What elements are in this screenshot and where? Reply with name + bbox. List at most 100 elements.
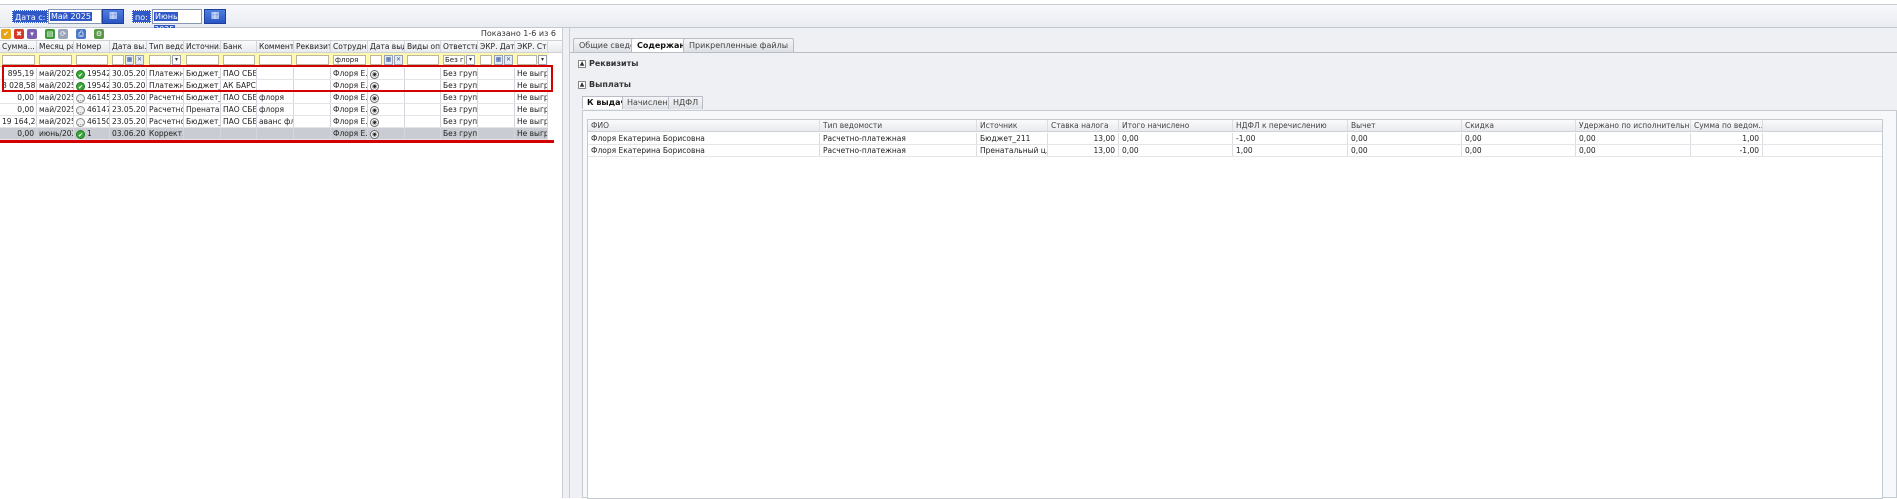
col-month[interactable]: Месяц ра... bbox=[37, 41, 74, 52]
cell-source: Пренатал... bbox=[186, 104, 221, 115]
section-payments[interactable]: ▲ Выплаты bbox=[578, 79, 631, 91]
table-row[interactable]: Флоря Екатерина Борисовна Расчетно-платеж… bbox=[588, 133, 1882, 145]
table-row[interactable]: 19 164,24май/2025…4615023.05.2025Расчетн… bbox=[0, 116, 548, 128]
filter-ekr-calendar-icon[interactable]: ▦ bbox=[494, 55, 503, 65]
collapse-icon[interactable]: ▲ bbox=[578, 80, 586, 89]
filter-rekv[interactable] bbox=[296, 55, 329, 65]
cell-responsible: Без груп... bbox=[443, 104, 478, 115]
filter-ekr-clear-icon[interactable]: ✕ bbox=[504, 55, 513, 65]
pane-splitter[interactable] bbox=[562, 28, 570, 498]
filter-ekr-date[interactable] bbox=[480, 55, 492, 65]
refresh-icon[interactable]: ⟳ bbox=[58, 29, 68, 39]
cell-responsible: Без груп... bbox=[443, 128, 478, 139]
filter-date-calendar-icon[interactable]: ▦ bbox=[125, 55, 134, 65]
doc-number: 1 bbox=[87, 129, 92, 138]
filter-month[interactable] bbox=[39, 55, 72, 65]
col-employee[interactable]: Сотрудник bbox=[331, 41, 368, 52]
chevron-down-icon[interactable]: ▾ bbox=[466, 55, 475, 65]
col-rekv[interactable]: Реквизит... bbox=[294, 41, 331, 52]
attachment-icon[interactable]: ◉ bbox=[370, 94, 379, 103]
table-row[interactable]: 0,00май/2025…4614723.05.2025Расчетно...П… bbox=[0, 104, 548, 116]
col-discount[interactable]: Скидка bbox=[1462, 120, 1576, 131]
date-to-input[interactable]: Июнь 2025 bbox=[152, 9, 202, 34]
filter-date[interactable] bbox=[112, 55, 124, 65]
col-source[interactable]: Источник bbox=[977, 120, 1048, 131]
filter-responsible[interactable]: Без гр bbox=[443, 55, 465, 65]
print-icon[interactable]: ⎙ bbox=[76, 29, 86, 39]
filter-source[interactable] bbox=[186, 55, 219, 65]
chevron-down-icon[interactable]: ▾ bbox=[538, 55, 547, 65]
col-op-kinds[interactable]: Виды оп... bbox=[405, 41, 441, 52]
col-withheld[interactable]: Удержано по исполнительны... bbox=[1576, 120, 1691, 131]
export-icon[interactable]: ▤ bbox=[45, 29, 55, 39]
cell-rekv bbox=[294, 128, 331, 139]
col-sum[interactable]: Сумма... bbox=[0, 41, 37, 52]
approve-icon[interactable]: ✔ bbox=[1, 29, 11, 39]
cell-ndfl-transfer: 1,00 bbox=[1233, 145, 1348, 156]
col-deduction[interactable]: Вычет bbox=[1348, 120, 1462, 131]
date-to-calendar-button[interactable]: ▦ bbox=[204, 9, 226, 24]
date-from-calendar-button[interactable]: ▦ bbox=[102, 9, 124, 24]
filter-number[interactable] bbox=[76, 55, 108, 65]
col-number[interactable]: Номер bbox=[74, 41, 110, 52]
cell-month: июнь/2025 bbox=[37, 128, 74, 139]
collapse-icon[interactable]: ▲ bbox=[578, 59, 586, 68]
col-ekr-date[interactable]: ЭКР. Дат... bbox=[478, 41, 515, 52]
section-rekv[interactable]: ▲ Реквизиты bbox=[578, 58, 639, 70]
cell-bank bbox=[221, 128, 257, 139]
col-fio[interactable]: ФИО bbox=[588, 120, 820, 131]
filter-sum[interactable] bbox=[2, 55, 35, 65]
attachment-icon[interactable]: ◉ bbox=[370, 118, 379, 127]
rows-count-label: Показано 1-6 из 6 bbox=[480, 29, 556, 38]
settings-icon[interactable]: ⚙ bbox=[94, 29, 104, 39]
col-source[interactable]: Источни... bbox=[184, 41, 221, 52]
col-date[interactable]: Дата вы... bbox=[110, 41, 147, 52]
cell-date: 23.05.2025 bbox=[112, 92, 147, 103]
filter-employee[interactable]: флоря bbox=[333, 55, 366, 65]
menu-icon[interactable]: ▾ bbox=[27, 29, 37, 39]
cell-type: Расчетно... bbox=[149, 92, 184, 103]
subtab-ndfl[interactable]: НДФЛ bbox=[668, 96, 704, 109]
cell-issue-date: ◉ bbox=[368, 104, 405, 115]
cell-issue-date: ◉ bbox=[368, 116, 405, 127]
col-tax-rate[interactable]: Ставка налога bbox=[1048, 120, 1119, 131]
filter-issue-date[interactable] bbox=[370, 55, 382, 65]
cell-withheld: 0,00 bbox=[1576, 133, 1691, 144]
table-row[interactable]: 0,00май/2025…4614523.05.2025Расчетно...Б… bbox=[0, 92, 548, 104]
table-row[interactable]: 0,00июнь/2025✔103.06.2025Коррект...Флоря… bbox=[0, 128, 548, 140]
col-ndfl-transfer[interactable]: НДФЛ к перечислению bbox=[1233, 120, 1348, 131]
table-row[interactable]: Флоря Екатерина Борисовна Расчетно-платеж… bbox=[588, 145, 1882, 157]
cell-ndfl-transfer: -1,00 bbox=[1233, 133, 1348, 144]
status-pending-icon: … bbox=[76, 93, 85, 103]
cell-withheld: 0,00 bbox=[1576, 145, 1691, 156]
cell-tax-rate: 13,00 bbox=[1048, 133, 1119, 144]
col-issue-date[interactable]: Дата выд... bbox=[368, 41, 405, 52]
attachment-icon[interactable]: ◉ bbox=[370, 106, 379, 115]
col-sheet-sum[interactable]: Сумма по ведом... bbox=[1691, 120, 1763, 131]
col-type[interactable]: Тип ведо... bbox=[147, 41, 184, 52]
filter-type[interactable] bbox=[149, 55, 171, 65]
filter-date-clear-icon[interactable]: ✕ bbox=[135, 55, 144, 65]
filter-issue-calendar-icon[interactable]: ▦ bbox=[384, 55, 393, 65]
chevron-down-icon[interactable]: ▾ bbox=[172, 55, 181, 65]
cell-total-accrued: 0,00 bbox=[1119, 145, 1233, 156]
filter-bank[interactable] bbox=[223, 55, 255, 65]
col-total-accrued[interactable]: Итого начислено bbox=[1119, 120, 1233, 131]
tab-attachments[interactable]: Прикрепленные файлы bbox=[683, 38, 795, 52]
cell-sheet-type: Расчетно-платежная bbox=[820, 133, 977, 144]
cell-sheet-type: Расчетно-платежная bbox=[820, 145, 977, 156]
attachment-icon[interactable]: ◉ bbox=[370, 130, 379, 139]
col-comment[interactable]: Коммент... bbox=[257, 41, 294, 52]
col-sheet-type[interactable]: Тип ведомости bbox=[820, 120, 977, 131]
col-ekr-status[interactable]: ЭКР. Ста... bbox=[515, 41, 548, 52]
filter-comment[interactable] bbox=[259, 55, 292, 65]
col-bank[interactable]: Банк bbox=[221, 41, 257, 52]
cell-deduction: 0,00 bbox=[1348, 145, 1462, 156]
filter-issue-clear-icon[interactable]: ✕ bbox=[394, 55, 403, 65]
filter-op-kinds[interactable] bbox=[407, 55, 439, 65]
col-responsible[interactable]: Ответств... bbox=[441, 41, 478, 52]
delete-icon[interactable]: ✖ bbox=[14, 29, 24, 39]
date-from-input[interactable]: Май 2025 bbox=[48, 9, 102, 24]
period-filter-bar: Дата с: Май 2025 ▦ по: Июнь 2025 ▦ bbox=[0, 5, 1897, 34]
filter-ekr-status[interactable] bbox=[517, 55, 537, 65]
